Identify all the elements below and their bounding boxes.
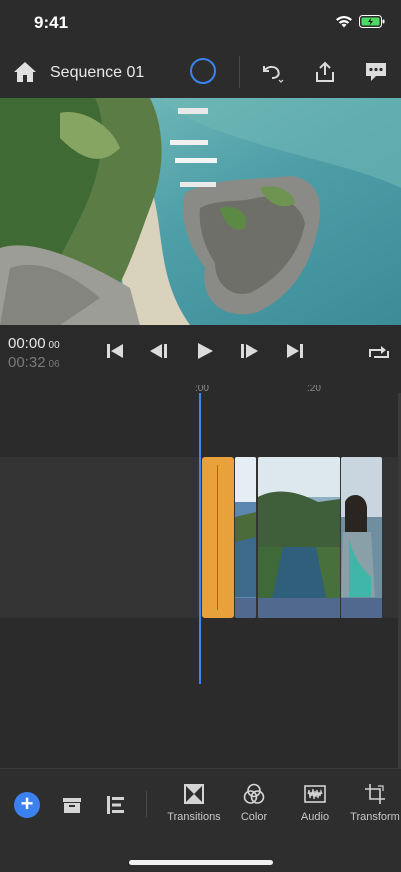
audio-tool[interactable]: Audio <box>284 783 346 823</box>
transform-label: Transform <box>350 811 400 823</box>
timeline[interactable]: :00 :20 <box>0 385 401 768</box>
current-timecode-main: 00:00 <box>8 335 46 352</box>
color-tool[interactable]: Color <box>223 783 285 823</box>
ruler-label-20s: :20 <box>307 385 321 394</box>
status-time: 9:41 <box>34 13 69 32</box>
add-media-button[interactable]: + <box>14 792 40 818</box>
battery-icon <box>359 15 385 28</box>
share-icon[interactable] <box>313 60 337 84</box>
undo-icon[interactable] <box>260 60 284 84</box>
app-header: Sequence 01 <box>0 46 401 98</box>
color-label: Color <box>240 811 268 823</box>
timeline-clip-1[interactable] <box>235 457 256 618</box>
wifi-icon <box>336 16 352 28</box>
step-back-icon[interactable] <box>148 341 170 361</box>
selected-clip[interactable] <box>202 457 234 618</box>
clip-2-audio <box>258 598 340 618</box>
timeline-clip-2[interactable] <box>258 457 340 618</box>
clip-1-thumbnail <box>235 457 256 618</box>
clip-1-audio <box>235 598 256 618</box>
header-divider <box>239 56 240 88</box>
transform-tool[interactable]: Transform <box>344 783 401 823</box>
comments-icon[interactable] <box>364 60 388 84</box>
transitions-tool[interactable]: Transitions <box>163 783 225 823</box>
transport-controls: 00:00 00 00:32 06 <box>0 325 401 385</box>
audio-icon <box>304 785 326 803</box>
home-icon[interactable] <box>12 60 38 84</box>
selected-clip-waveform <box>217 465 218 610</box>
ruler-label-start: :00 <box>195 385 209 394</box>
timeline-clip-3[interactable] <box>341 457 382 618</box>
skip-to-start-icon[interactable] <box>104 341 126 361</box>
video-preview[interactable] <box>0 98 401 325</box>
total-duration: 00:32 06 <box>8 354 60 371</box>
clip-2-thumbnail <box>258 457 340 618</box>
current-timecode: 00:00 00 <box>8 335 60 352</box>
sequence-title[interactable]: Sequence 01 <box>50 64 144 82</box>
home-indicator[interactable] <box>129 860 273 865</box>
status-icons <box>335 15 385 28</box>
total-duration-frames: 06 <box>48 359 60 370</box>
sync-progress-indicator <box>190 58 216 84</box>
bottom-toolbar: + Transitions Color Audio Transform <box>0 768 401 872</box>
transform-icon <box>365 784 385 804</box>
step-forward-icon[interactable] <box>238 341 260 361</box>
loop-icon[interactable] <box>368 341 390 361</box>
media-bin-icon[interactable] <box>60 793 84 817</box>
color-icon <box>243 783 265 804</box>
audio-label: Audio <box>300 811 330 823</box>
playhead[interactable] <box>199 393 201 684</box>
status-bar: 9:41 <box>0 0 401 46</box>
play-icon[interactable] <box>194 341 216 361</box>
current-timecode-frames: 00 <box>48 340 60 351</box>
clip-3-audio <box>341 598 382 618</box>
preview-frame-image <box>0 98 401 325</box>
skip-to-end-icon[interactable] <box>284 341 306 361</box>
track-list-icon[interactable] <box>104 793 128 817</box>
clip-3-thumbnail <box>341 457 382 618</box>
toolbar-divider <box>146 791 147 817</box>
total-duration-main: 00:32 <box>8 354 46 371</box>
transitions-label: Transitions <box>167 811 221 823</box>
transitions-icon <box>184 784 204 804</box>
